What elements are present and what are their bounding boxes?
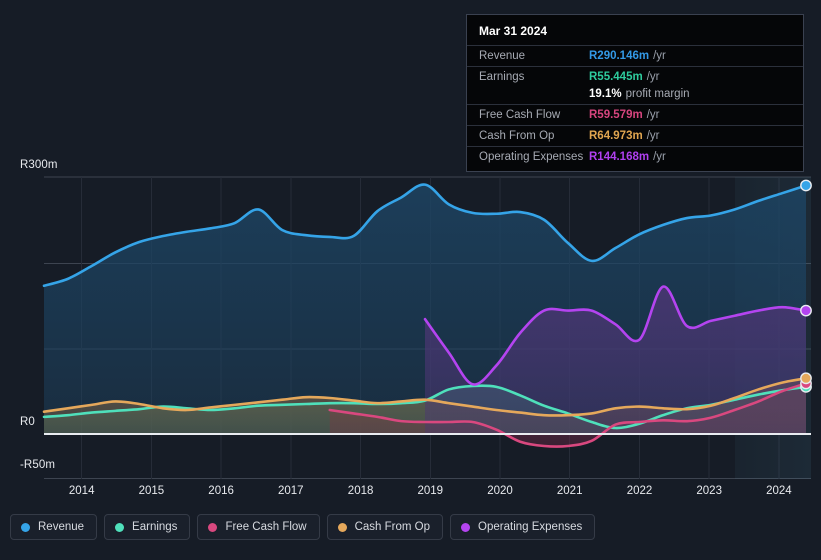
tooltip-margin-label: profit margin — [626, 88, 690, 100]
tooltip-row-label: Revenue — [479, 50, 589, 62]
tooltip-row-unit: /yr — [647, 109, 660, 121]
tooltip-row: Cash From OpR64.973m/yr — [467, 125, 803, 146]
legend-item-label: Revenue — [38, 521, 84, 533]
legend-color-dot-icon — [461, 523, 470, 532]
tooltip-row-unit: /yr — [647, 130, 660, 142]
x-axis-tick-label: 2018 — [348, 485, 374, 497]
tooltip-date: Mar 31 2024 — [467, 23, 803, 45]
tooltip-row-unit: /yr — [653, 151, 666, 163]
y-axis-tick-label: R0 — [20, 416, 35, 428]
legend-item-operating-expenses[interactable]: Operating Expenses — [450, 514, 595, 540]
tooltip-row-label: Earnings — [479, 71, 589, 83]
x-axis-tick-label: 2022 — [627, 485, 653, 497]
chart-legend[interactable]: Revenue Earnings Free Cash Flow Cash From O… — [10, 514, 595, 540]
x-axis-tick-label: 2015 — [139, 485, 165, 497]
legend-item-label: Operating Expenses — [478, 521, 582, 533]
x-axis-tick-label: 2023 — [696, 485, 722, 497]
tooltip-row-label: Free Cash Flow — [479, 109, 589, 121]
tooltip-profit-margin-row: 19.1% profit margin — [467, 87, 803, 104]
x-axis-tick-label: 2014 — [69, 485, 95, 497]
x-axis-tick-label: 2017 — [278, 485, 304, 497]
tooltip-rows: RevenueR290.146m/yrEarningsR55.445m/yr19… — [467, 45, 803, 167]
tooltip-row: EarningsR55.445m/yr — [467, 66, 803, 87]
x-axis-tick-label: 2024 — [766, 485, 792, 497]
x-axis-tick-label: 2020 — [487, 485, 513, 497]
tooltip-row-value: R290.146m — [589, 50, 649, 62]
legend-item-cash-from-op[interactable]: Cash From Op — [327, 514, 443, 540]
legend-color-dot-icon — [21, 523, 30, 532]
legend-color-dot-icon — [115, 523, 124, 532]
y-axis-tick-label: -R50m — [20, 459, 55, 471]
x-axis-tick-label: 2021 — [557, 485, 583, 497]
legend-color-dot-icon — [208, 523, 217, 532]
tooltip-row-value: R64.973m — [589, 130, 643, 142]
tooltip-row: Free Cash FlowR59.579m/yr — [467, 104, 803, 125]
legend-item-label: Cash From Op — [355, 521, 430, 533]
legend-color-dot-icon — [338, 523, 347, 532]
tooltip-row-value: R59.579m — [589, 109, 643, 121]
legend-item-revenue[interactable]: Revenue — [10, 514, 97, 540]
y-axis-tick-label: R300m — [20, 159, 58, 171]
tooltip-margin-value: 19.1% — [589, 88, 622, 100]
tooltip-row: Operating ExpensesR144.168m/yr — [467, 146, 803, 167]
x-axis-tick-label: 2016 — [208, 485, 234, 497]
tooltip-row-label: Operating Expenses — [479, 151, 589, 163]
legend-item-label: Earnings — [132, 521, 177, 533]
tooltip-row-unit: /yr — [653, 50, 666, 62]
tooltip-row-value: R144.168m — [589, 151, 649, 163]
legend-item-label: Free Cash Flow — [225, 521, 306, 533]
tooltip-row-unit: /yr — [647, 71, 660, 83]
tooltip-row-label: Cash From Op — [479, 130, 589, 142]
tooltip-row: RevenueR290.146m/yr — [467, 45, 803, 66]
legend-item-free-cash-flow[interactable]: Free Cash Flow — [197, 514, 319, 540]
x-axis-tick-label: 2019 — [418, 485, 444, 497]
data-tooltip: Mar 31 2024 RevenueR290.146m/yrEarningsR… — [466, 14, 804, 172]
tooltip-row-value: R55.445m — [589, 71, 643, 83]
legend-item-earnings[interactable]: Earnings — [104, 514, 190, 540]
financial-chart: R300m R0 -R50m 2014 2015 2016 2017 2018 2019 202… — [0, 0, 821, 560]
